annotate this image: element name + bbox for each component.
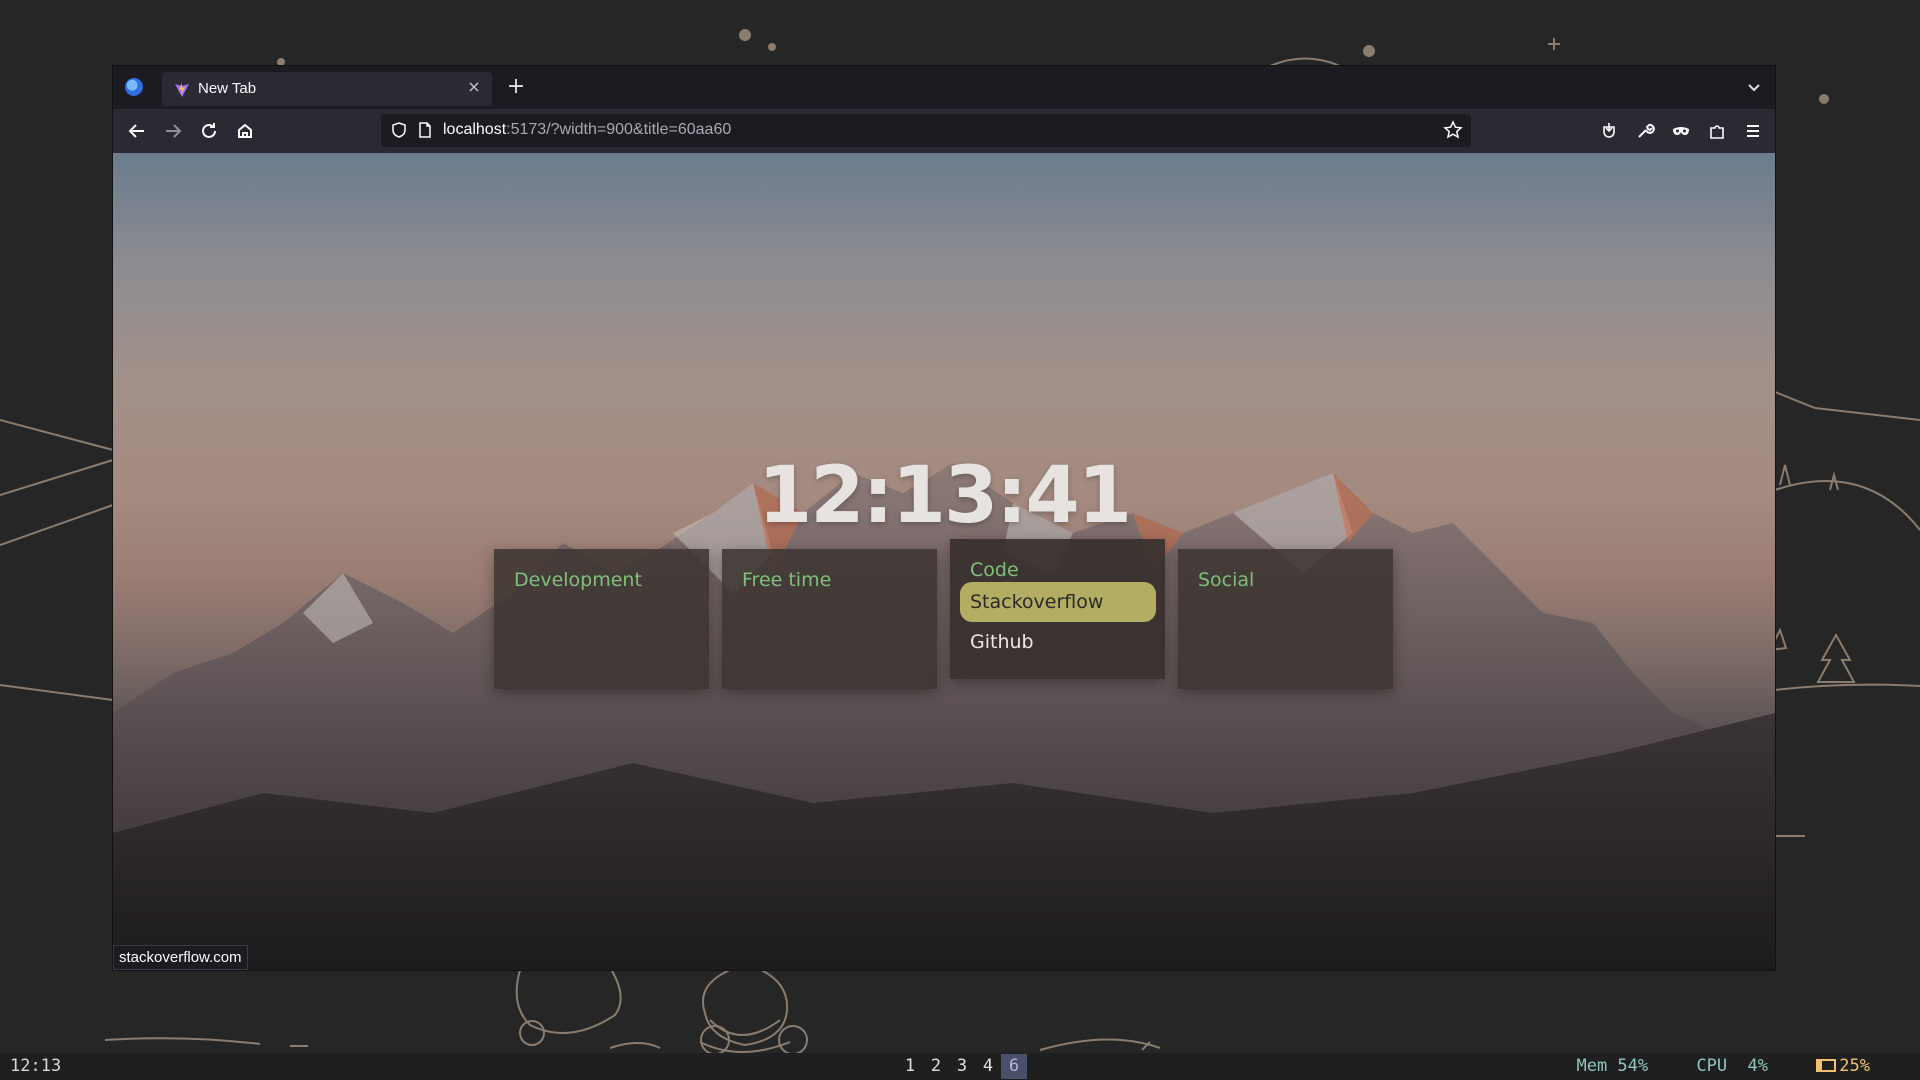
mountain-wallpaper	[113, 463, 1775, 970]
card-title: Free time	[742, 569, 832, 591]
navigation-toolbar: localhost:5173/?width=900&title=60aa60	[113, 109, 1775, 153]
browser-window: New Tab × + localhost:5173/?width=900&ti…	[113, 66, 1775, 970]
list-all-tabs-icon[interactable]	[1743, 76, 1765, 98]
back-arrow-icon	[128, 124, 144, 138]
puzzle-piece-icon	[1710, 125, 1724, 139]
category-card-code[interactable]: Code Stackoverflow Github	[950, 539, 1165, 679]
link-status-url: stackoverflow.com	[113, 945, 248, 970]
forward-arrow-icon	[166, 124, 182, 138]
battery-level: 25%	[1839, 1056, 1870, 1076]
firefox-logo-icon[interactable]	[125, 78, 143, 96]
link-github[interactable]: Github	[960, 622, 1156, 662]
workspace-switcher: 12346	[897, 1054, 1027, 1079]
battery-icon	[1816, 1059, 1837, 1072]
battery-status: 25%	[1816, 1056, 1870, 1076]
extensions-button[interactable]	[1703, 117, 1731, 145]
tab-new-tab[interactable]: New Tab ×	[162, 72, 492, 106]
pocket-button[interactable]	[1595, 117, 1623, 145]
home-icon	[238, 123, 252, 138]
reload-icon	[202, 123, 216, 138]
devtools-button[interactable]	[1631, 117, 1659, 145]
mask-icon	[1673, 127, 1689, 135]
bookmark-star-icon[interactable]	[1443, 120, 1463, 140]
tab-close-icon[interactable]: ×	[464, 77, 484, 96]
workspace-4[interactable]: 4	[975, 1054, 1001, 1079]
url-bar[interactable]: localhost:5173/?width=900&title=60aa60	[381, 114, 1471, 147]
cpu-usage: CPU 4%	[1696, 1056, 1769, 1076]
card-title: Development	[514, 569, 642, 591]
link-stackoverflow[interactable]: Stackoverflow	[960, 582, 1156, 622]
category-card-free-time[interactable]: Free time	[722, 549, 937, 689]
card-title: Code	[970, 559, 1019, 581]
workspace-3[interactable]: 3	[949, 1054, 975, 1079]
tracking-protection-shield-icon[interactable]	[391, 122, 407, 138]
system-stats: Mem 54% CPU 4% 25%	[1538, 1056, 1870, 1076]
clock-display: 12:13:41	[757, 451, 1132, 541]
system-status-bar: 12:13 12346 Mem 54% CPU 4% 25%	[0, 1053, 1920, 1080]
system-clock: 12:13	[10, 1056, 62, 1076]
page-info-icon[interactable]	[417, 122, 433, 138]
url-path: :5173/?width=900&title=60aa60	[506, 121, 732, 138]
url-input[interactable]: localhost:5173/?width=900&title=60aa60	[443, 121, 731, 139]
private-mode-button[interactable]	[1667, 117, 1695, 145]
vite-favicon-icon	[175, 83, 189, 97]
memory-usage: Mem 54%	[1576, 1056, 1649, 1076]
card-title: Social	[1198, 569, 1255, 591]
tab-title: New Tab	[198, 80, 257, 97]
category-card-social[interactable]: Social	[1178, 549, 1393, 689]
wrench-icon	[1638, 123, 1655, 138]
back-button[interactable]	[123, 117, 151, 145]
workspace-2[interactable]: 2	[923, 1054, 949, 1079]
reload-button[interactable]	[195, 117, 223, 145]
save-to-pocket-icon	[1603, 123, 1615, 138]
forward-button[interactable]	[159, 117, 187, 145]
category-card-development[interactable]: Development	[494, 549, 709, 689]
startpage-content: 12:13:41 Development Free time Code Stac…	[113, 153, 1775, 970]
new-tab-button[interactable]: +	[501, 72, 531, 102]
app-menu-button[interactable]	[1739, 117, 1767, 145]
workspace-1[interactable]: 1	[897, 1054, 923, 1079]
home-button[interactable]	[231, 117, 259, 145]
workspace-6[interactable]: 6	[1001, 1054, 1027, 1079]
tab-bar: New Tab × +	[113, 66, 1775, 109]
hamburger-menu-icon	[1747, 125, 1759, 137]
url-host: localhost	[443, 121, 507, 138]
